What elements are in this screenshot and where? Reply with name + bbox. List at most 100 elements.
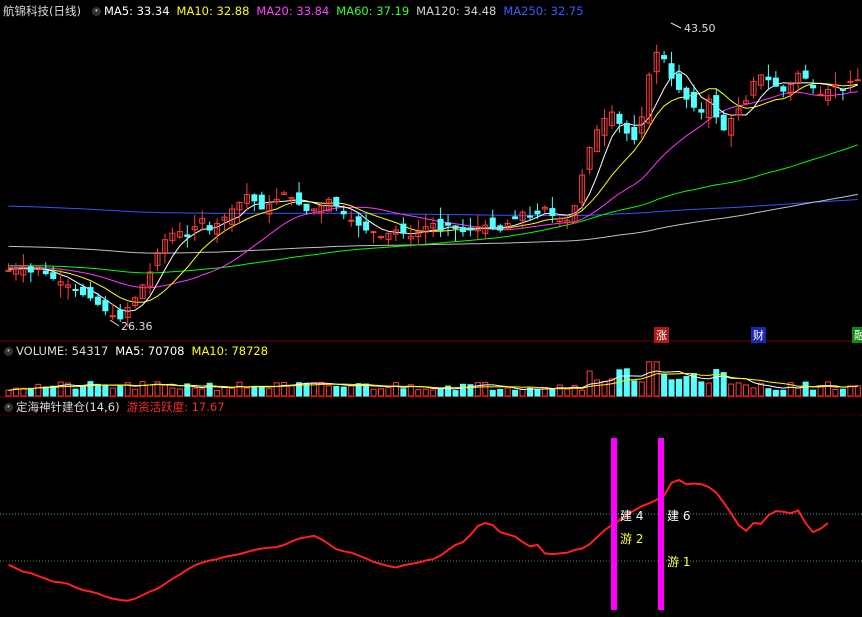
high-marker-icon	[670, 22, 682, 29]
candle-body	[467, 227, 474, 231]
volume-bar	[102, 384, 109, 397]
volume-bar	[638, 381, 645, 397]
candle-body	[94, 296, 101, 305]
volume-bar	[795, 387, 802, 397]
volume-bar	[631, 380, 638, 397]
volume-bar	[400, 388, 407, 397]
volume-bar	[415, 389, 422, 397]
volume-bar	[750, 387, 757, 397]
signal-bar-1	[611, 438, 617, 610]
candle-body	[780, 86, 787, 92]
volume-bar	[139, 381, 146, 397]
candle-body	[497, 225, 504, 231]
volume-bar	[333, 385, 340, 397]
volume-bars	[5, 361, 861, 397]
low-price-label: 26.36	[121, 320, 153, 333]
volume-bar	[281, 381, 288, 397]
candle-body	[772, 77, 779, 87]
price-chart[interactable]: 43.50 26.36	[0, 0, 862, 617]
volume-bar	[20, 387, 27, 397]
volume-bar	[57, 381, 64, 397]
event-tag-cai[interactable]: 财	[751, 327, 766, 343]
volume-bar	[653, 361, 660, 397]
signal-jian-6: 建 6	[667, 509, 691, 523]
volume-bar	[117, 385, 124, 397]
volume-bar	[199, 388, 206, 397]
candle-body	[80, 286, 86, 296]
candle-body	[459, 227, 466, 233]
event-tag-zhang[interactable]: 涨	[654, 327, 669, 343]
candle-body	[534, 210, 541, 215]
candle-body	[400, 223, 407, 234]
volume-bar	[579, 389, 586, 397]
volume-bar	[713, 369, 720, 397]
candle-body	[102, 299, 109, 312]
candle-body	[117, 309, 124, 320]
volume-bar	[735, 382, 742, 397]
candle-body	[616, 113, 623, 124]
candle-body	[720, 114, 727, 131]
candle-body	[303, 203, 310, 212]
volume-bar	[392, 382, 399, 397]
candle-body	[683, 87, 690, 100]
candle-body	[676, 73, 682, 90]
candle-body	[206, 225, 213, 231]
signal-you-1: 游 1	[667, 555, 691, 569]
moving-averages	[8, 70, 858, 312]
volume-bar	[608, 378, 615, 397]
volume-bar	[243, 387, 250, 397]
volume-bar	[325, 385, 332, 397]
volume-bar	[161, 384, 168, 397]
candle-body	[839, 88, 846, 91]
high-price-label: 43.50	[684, 22, 716, 35]
candle-body	[50, 272, 57, 279]
candle-body	[348, 219, 355, 222]
candle-body	[549, 208, 556, 216]
volume-bar	[109, 387, 116, 397]
volume-bar	[5, 389, 12, 397]
volume-bar	[623, 368, 630, 397]
candle-body	[452, 225, 459, 229]
candle-body	[661, 55, 668, 60]
volume-bar	[854, 385, 861, 397]
volume-bar	[489, 389, 496, 397]
volume-bar	[459, 383, 466, 397]
volume-bar	[728, 383, 735, 397]
candle-body	[810, 84, 817, 89]
volume-bar	[214, 389, 221, 397]
candle-body	[42, 270, 49, 275]
candle-body	[355, 216, 362, 226]
ma250-line	[8, 199, 858, 217]
ma20-line	[8, 91, 858, 289]
volume-bar	[847, 385, 854, 397]
volume-bar	[661, 373, 668, 397]
volume-bar	[497, 388, 504, 397]
candle-body	[527, 215, 533, 218]
volume-bar	[94, 383, 101, 397]
volume-bar	[512, 389, 519, 397]
candle-body	[258, 194, 265, 210]
ma60-line	[8, 144, 858, 274]
volume-bar	[169, 387, 176, 397]
candle-body	[27, 266, 34, 273]
volume-bar	[519, 388, 526, 397]
candle-body	[854, 79, 861, 82]
signal-jian-4: 建 4	[620, 509, 644, 523]
candle-body	[690, 91, 697, 108]
candle-body	[340, 210, 347, 215]
volume-bar	[340, 386, 347, 397]
candle-body	[713, 95, 720, 118]
indicator-plot	[8, 438, 829, 610]
volume-bar	[258, 386, 265, 397]
candle-body	[363, 221, 370, 231]
volume-bar	[825, 381, 831, 397]
volume-bar	[348, 385, 355, 397]
volume-bar	[251, 385, 258, 397]
volume-bar	[132, 388, 139, 397]
candle-body	[184, 234, 191, 237]
volume-bar	[437, 387, 444, 397]
event-tag-rong[interactable]: 融	[852, 327, 862, 343]
signal-bar-2	[658, 438, 664, 610]
indicator-line	[8, 478, 829, 602]
candle-body	[251, 194, 258, 202]
